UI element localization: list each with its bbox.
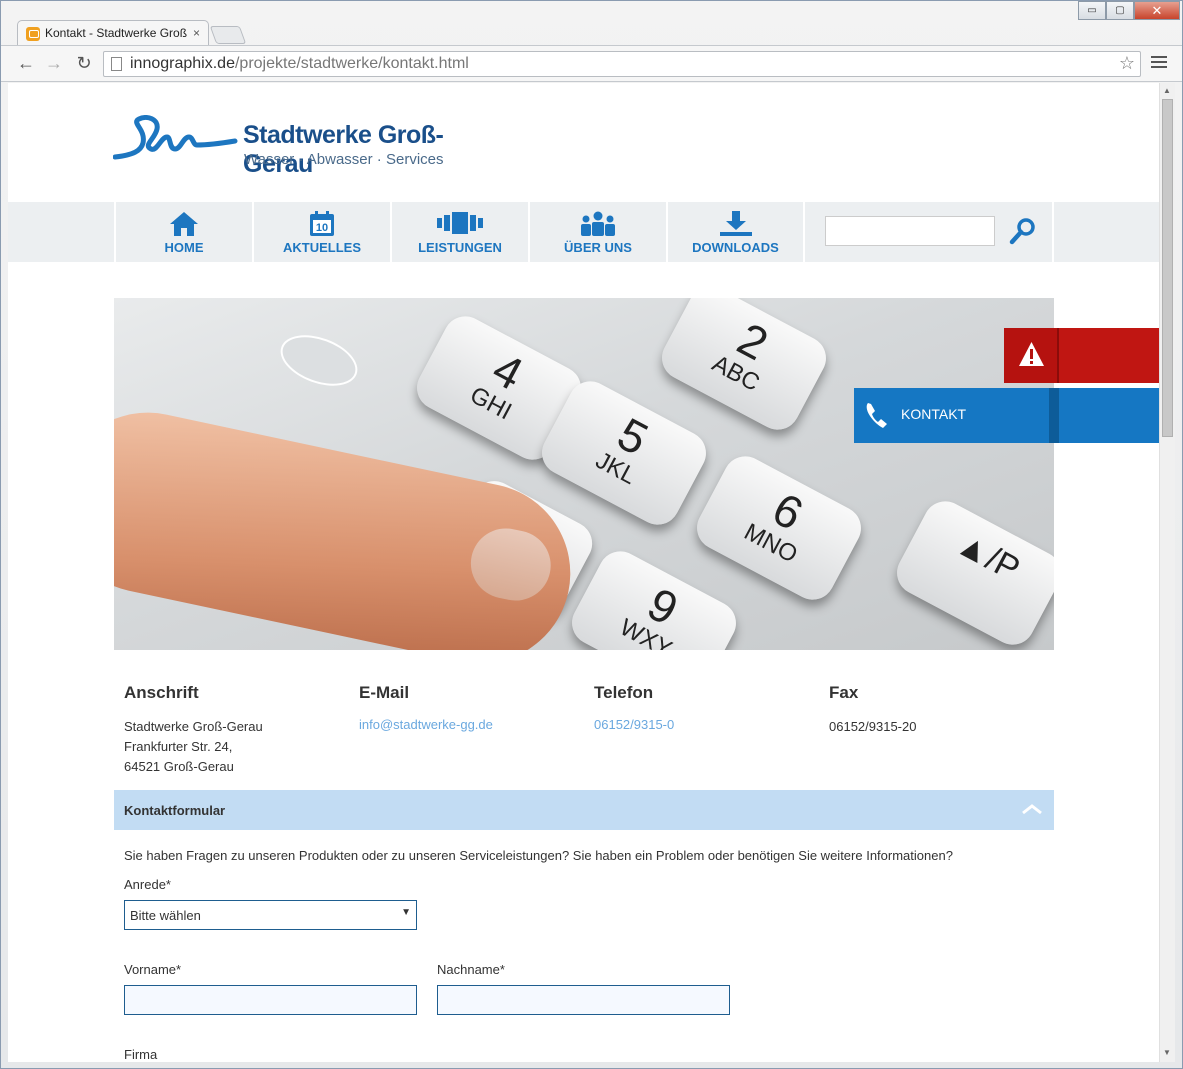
- close-window-button[interactable]: ✕: [1134, 1, 1180, 20]
- page-viewport: Stadtwerke Groß-Gerau Wasser · Abwasser …: [8, 83, 1159, 1062]
- nachname-input[interactable]: [437, 985, 730, 1015]
- anrede-value: Bitte wählen: [130, 908, 201, 923]
- address-line-2: Frankfurter Str. 24,: [124, 739, 233, 754]
- fax-value: 06152/9315-20: [829, 719, 917, 734]
- firma-label: Firma: [124, 1047, 158, 1062]
- back-icon[interactable]: ←: [15, 52, 37, 74]
- services-icon: [437, 212, 483, 234]
- address-bar[interactable]: innographix.de/projekte/stadtwerke/konta…: [103, 51, 1141, 77]
- new-tab-button[interactable]: [209, 26, 247, 44]
- search-input[interactable]: [825, 216, 995, 246]
- main-navigation: HOME 10 AKTUELLES LEISTUNGEN ÜBER UNS DO…: [8, 202, 1159, 262]
- url-domain: innographix.de: [130, 55, 235, 72]
- phone-column: Telefon 06152/9315-0: [594, 683, 824, 732]
- scroll-up-icon[interactable]: ▲: [1163, 86, 1171, 95]
- browser-tab[interactable]: Kontakt - Stadtwerke Groß ×: [17, 20, 209, 46]
- kontakt-label: KONTAKT: [901, 406, 967, 422]
- keypad-key-9: 9 WXY: [564, 543, 744, 650]
- address-line-3: 64521 Groß-Gerau: [124, 759, 234, 774]
- form-intro: Sie haben Fragen zu unseren Produkten od…: [124, 848, 953, 863]
- nav-leistungen[interactable]: LEISTUNGEN: [390, 202, 528, 262]
- forward-icon[interactable]: →: [43, 52, 65, 74]
- window-controls: ▭ ▢ ✕: [1078, 1, 1180, 21]
- anrede-select[interactable]: Bitte wählen ▼: [124, 900, 417, 930]
- key-number: ▲/P: [949, 524, 1026, 589]
- hero-image: 4 GHI 2 ABC 5 JKL 6 MNO 9 WXY ▲/P: [114, 298, 1054, 650]
- reload-icon[interactable]: ↻: [73, 52, 95, 74]
- side-tab-alert[interactable]: [1004, 328, 1159, 383]
- keypad-oval-key: [273, 325, 365, 396]
- search-area: [803, 202, 1054, 262]
- keypad-key-6: 6 MNO: [689, 448, 869, 608]
- address-column: Anschrift Stadtwerke Groß-Gerau Frankfur…: [124, 683, 354, 777]
- scrollbar-thumb[interactable]: [1162, 99, 1173, 437]
- email-heading: E-Mail: [359, 683, 410, 702]
- phone-icon: [866, 403, 887, 428]
- favicon-icon: [26, 27, 40, 41]
- keypad-key-2: 2 ABC: [654, 298, 834, 438]
- contact-form-accordion[interactable]: Kontaktformular: [114, 790, 1054, 830]
- browser-menu-icon[interactable]: [1151, 54, 1167, 70]
- nav-leistungen-label: LEISTUNGEN: [418, 240, 502, 255]
- chevron-up-icon[interactable]: [1022, 802, 1042, 816]
- side-tab-kontakt[interactable]: KONTAKT: [854, 388, 1159, 443]
- scroll-down-icon[interactable]: ▼: [1163, 1048, 1171, 1057]
- nav-downloads[interactable]: DOWNLOADS: [666, 202, 803, 262]
- accordion-title: Kontaktformular: [124, 803, 226, 818]
- dropdown-caret-icon: ▼: [401, 907, 411, 918]
- fax-heading: Fax: [829, 683, 859, 702]
- nav-ueber-uns[interactable]: ÜBER UNS: [528, 202, 666, 262]
- minimize-button[interactable]: ▭: [1078, 1, 1106, 20]
- nav-ueber-uns-label: ÜBER UNS: [564, 240, 632, 255]
- maximize-button[interactable]: ▢: [1106, 1, 1134, 20]
- tab-fold: [1049, 388, 1059, 443]
- search-icon[interactable]: [1009, 216, 1037, 246]
- phone-link[interactable]: 06152/9315-0: [594, 717, 674, 732]
- url-path: /projekte/stadtwerke/kontakt.html: [234, 55, 469, 72]
- vorname-input[interactable]: [124, 985, 417, 1015]
- home-icon: [170, 212, 198, 236]
- vertical-scrollbar[interactable]: ▲ ▼: [1159, 83, 1175, 1062]
- address-line-1: Stadtwerke Groß-Gerau: [124, 719, 263, 734]
- nav-home-label: HOME: [164, 240, 204, 255]
- logo-title: Stadtwerke Groß-Gerau: [243, 121, 444, 178]
- logo-sw-icon: [112, 114, 238, 160]
- bookmark-star-icon[interactable]: ☆: [1119, 53, 1135, 74]
- logo-subtitle: Wasser · Abwasser · Services: [244, 151, 444, 168]
- email-column: E-Mail info@stadtwerke-gg.de: [359, 683, 589, 732]
- keypad-key-p: ▲/P: [889, 493, 1054, 650]
- tab-title: Kontakt - Stadtwerke Groß: [45, 26, 188, 40]
- email-link[interactable]: info@stadtwerke-gg.de: [359, 717, 493, 732]
- browser-toolbar: ← → ↻ innographix.de/projekte/stadtwerke…: [1, 45, 1182, 82]
- nav-downloads-label: DOWNLOADS: [692, 240, 779, 255]
- nachname-label: Nachname*: [437, 962, 505, 977]
- anrede-label: Anrede*: [124, 877, 171, 892]
- title-bar: Kontakt - Stadtwerke Groß × ▭ ▢ ✕: [1, 1, 1182, 46]
- browser-window: Kontakt - Stadtwerke Groß × ▭ ▢ ✕ ← → ↻ …: [0, 0, 1183, 1069]
- tab-close-icon[interactable]: ×: [193, 26, 200, 40]
- address-heading: Anschrift: [124, 683, 199, 702]
- warning-icon: [1019, 342, 1044, 366]
- team-icon: [581, 211, 615, 236]
- vorname-label: Vorname*: [124, 962, 182, 977]
- nav-aktuelles[interactable]: 10 AKTUELLES: [252, 202, 390, 262]
- page-icon: [111, 57, 122, 71]
- nav-aktuelles-label: AKTUELLES: [283, 240, 361, 255]
- alert-box: [1004, 328, 1059, 383]
- fax-column: Fax 06152/9315-20: [829, 683, 1059, 737]
- nav-home[interactable]: HOME: [114, 202, 252, 262]
- download-icon: [719, 211, 752, 236]
- calendar-icon: 10: [310, 211, 334, 236]
- site-logo[interactable]: Stadtwerke Groß-Gerau Wasser · Abwasser …: [112, 114, 503, 178]
- calendar-day: 10: [316, 222, 328, 234]
- phone-heading: Telefon: [594, 683, 654, 702]
